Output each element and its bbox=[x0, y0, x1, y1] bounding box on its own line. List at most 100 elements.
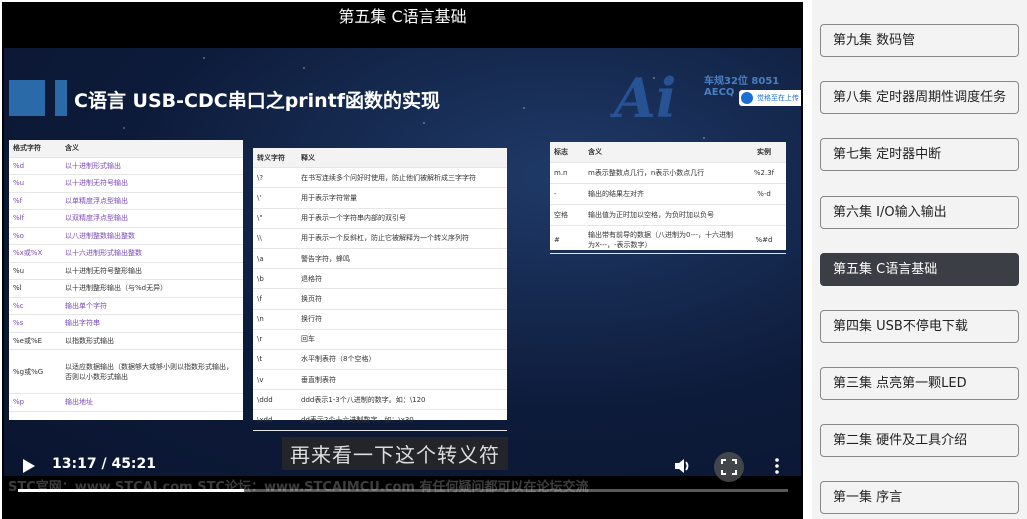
episode-item[interactable]: 第六集 I/O输入输出 bbox=[820, 196, 1019, 229]
table-cell: 空格 bbox=[554, 211, 568, 219]
table-cell: 以双精度浮点型输出 bbox=[65, 214, 128, 223]
table-cell: 以八进制整数输出整数 bbox=[65, 231, 135, 240]
header-cell: 转义字符 bbox=[257, 153, 285, 162]
table-cell: ddd表示1-3个八进制的数字。如：\120 bbox=[301, 395, 426, 404]
table-row: \ddd ddd表示1-3个八进制的数字。如：\120 bbox=[253, 390, 507, 411]
table-row: %x或%X 以十六进制形式输出整数 bbox=[9, 245, 243, 263]
table-cell: %#d bbox=[755, 235, 773, 244]
episode-item[interactable]: 第三集 点亮第一颗LED bbox=[820, 367, 1019, 400]
table-row: \t 水平制表符（8个空格） bbox=[253, 350, 507, 371]
table-row: %u 以十进制无符号输出 bbox=[9, 175, 243, 193]
table-cell: 在书写连续多个问好时使用，防止他们被解析成三字字符 bbox=[301, 173, 476, 182]
progress-fill bbox=[18, 489, 244, 492]
table-cell: 以十进制无符号整形输出 bbox=[65, 266, 142, 275]
table-row: m.n m表示整数点几行，n表示小数点几行 %2.3f bbox=[550, 163, 786, 184]
table-row: %o 以八进制整数输出整数 bbox=[9, 228, 243, 245]
brand-subtext-1: 车规32位 8051 bbox=[704, 76, 780, 87]
table-cell: 以十进制形式输出 bbox=[65, 161, 121, 170]
table-row: %u 以十进制无符号整形输出 bbox=[9, 263, 243, 280]
table-cell: \t bbox=[257, 355, 263, 364]
volume-button[interactable] bbox=[672, 456, 692, 476]
table-row: %d 以十进制形式输出 bbox=[9, 158, 243, 175]
more-options-button[interactable] bbox=[770, 456, 784, 476]
progress-bar[interactable] bbox=[18, 489, 788, 492]
table-cell: 以单精度浮点型输出 bbox=[65, 196, 128, 205]
table-cell: 垂直制表符 bbox=[301, 375, 336, 384]
table-cell: 退格符 bbox=[301, 274, 322, 283]
table-cell: %c bbox=[13, 301, 24, 310]
table-row: \" 用于表示一个字符串内部的双引号 bbox=[253, 209, 507, 229]
episode-item[interactable]: 第二集 硬件及工具介绍 bbox=[820, 424, 1019, 457]
play-icon bbox=[23, 459, 35, 473]
table-cell: %u bbox=[13, 266, 25, 275]
fullscreen-button[interactable] bbox=[714, 452, 744, 482]
table-cell: m.n bbox=[554, 169, 568, 177]
upload-badge[interactable]: 觉格至在上传 bbox=[739, 90, 801, 106]
episode-item[interactable]: 第九集 数码管 bbox=[820, 24, 1019, 57]
episode-sidebar: 第九集 数码管 第八集 定时器周期性调度任务 第七集 定时器中断 第六集 I/O输入输… bbox=[812, 0, 1027, 519]
table-cell: \' bbox=[257, 193, 262, 202]
table-cell: %p bbox=[13, 398, 25, 407]
table-row: %s 输出字符串 bbox=[9, 315, 243, 333]
table-cell: %d bbox=[13, 161, 25, 170]
format-char-table: 格式字符 含义 %d 以十进制形式输出 %u 以十进制无符号输出 %f 以单精度浮点型输出 %l… bbox=[9, 140, 243, 420]
table-cell: \r bbox=[257, 335, 263, 344]
more-vertical-icon bbox=[775, 458, 779, 474]
table-cell: %g或%G bbox=[13, 367, 44, 376]
episode-item[interactable]: 第七集 定时器中断 bbox=[820, 138, 1019, 171]
table-cell: \ddd bbox=[257, 395, 273, 404]
brand-logo: Ai bbox=[614, 66, 677, 130]
episode-item[interactable]: 第一集 序言 bbox=[820, 481, 1019, 514]
table-cell: %lf bbox=[13, 214, 25, 223]
page: 第五集 C语言基础 C语言 USB-CDC串口之printf函数的实现 Ai 车… bbox=[0, 0, 1027, 519]
table-cell: 输出字符串 bbox=[65, 319, 100, 328]
table-cell: 输出单个字符 bbox=[65, 301, 107, 310]
table-cell: 以指数形式输出 bbox=[65, 336, 114, 345]
header-cell: 格式字符 bbox=[13, 144, 41, 153]
video-title: 第五集 C语言基础 bbox=[338, 7, 467, 26]
episode-item[interactable]: 第五集 C语言基础 bbox=[820, 253, 1019, 286]
table-cell: \n bbox=[257, 315, 264, 324]
table-cell: 用于表示一个字符串内部的双引号 bbox=[301, 214, 406, 223]
table-header: 转义字符 释义 bbox=[253, 148, 507, 169]
header-cell: 含义 bbox=[588, 148, 602, 156]
table-cell: %s bbox=[13, 319, 24, 328]
table-row: \r 回车 bbox=[253, 330, 507, 350]
table-row: \v 垂直制表符 bbox=[253, 370, 507, 391]
decor-bar bbox=[55, 80, 67, 116]
episode-item[interactable]: 第四集 USB不停电下载 bbox=[820, 310, 1019, 343]
episode-item[interactable]: 第八集 定时器周期性调度任务 bbox=[820, 81, 1019, 114]
play-button[interactable] bbox=[18, 456, 38, 476]
video-player[interactable]: 第五集 C语言基础 C语言 USB-CDC串口之printf函数的实现 Ai 车… bbox=[2, 2, 803, 519]
header-cell: 释义 bbox=[301, 153, 315, 162]
table-row: \a 警告字符，蜂鸣 bbox=[253, 249, 507, 270]
table-row: %e或%E 以指数形式输出 bbox=[9, 333, 243, 350]
table-cell: 用于表示一个反斜杠，防止它被解释为一个转义序列符 bbox=[301, 234, 469, 243]
table-cell: m表示整数点几行，n表示小数点几行 bbox=[588, 169, 705, 177]
table-cell: \? bbox=[257, 173, 264, 182]
table-cell: 以十进制整形输出（与%d无异） bbox=[65, 284, 168, 293]
table-cell: 水平制表符（8个空格） bbox=[301, 355, 376, 364]
header-cell: 标志 bbox=[554, 148, 568, 156]
table-cell: \f bbox=[257, 294, 262, 303]
volume-icon bbox=[675, 459, 689, 473]
video-controls: 13:17 / 45:21 bbox=[2, 452, 803, 519]
time-display: 13:17 / 45:21 bbox=[52, 456, 156, 472]
table-row: 空格 输出值为正时加以空格，为负时加以负号 bbox=[550, 205, 786, 226]
decor-square bbox=[9, 80, 45, 116]
table-row: %f 以单精度浮点型输出 bbox=[9, 193, 243, 210]
table-row: %lf 以双精度浮点型输出 bbox=[9, 210, 243, 228]
table-cell: 换页符 bbox=[301, 294, 322, 303]
table-row: \f 换页符 bbox=[253, 289, 507, 310]
table-cell: %-d bbox=[757, 190, 771, 198]
flag-table: 标志 含义 实例 m.n m表示整数点几行，n表示小数点几行 %2.3f - 输出的结果左对齐… bbox=[550, 142, 786, 254]
table-row: %p 输出地址 bbox=[9, 394, 243, 412]
table-cell: 以十进制无符号输出 bbox=[65, 179, 128, 188]
table-cell: 输出值为正时加以空格，为负时加以负号 bbox=[588, 211, 714, 219]
table-cell: %l bbox=[13, 284, 22, 293]
table-cell: %x或%X bbox=[13, 249, 43, 258]
table-row: %l 以十进制整形输出（与%d无异） bbox=[9, 280, 243, 298]
table-cell: \xdd bbox=[257, 416, 273, 425]
current-time: 13:17 bbox=[52, 456, 97, 472]
table-row: \' 用于表示字符常量 bbox=[253, 188, 507, 209]
